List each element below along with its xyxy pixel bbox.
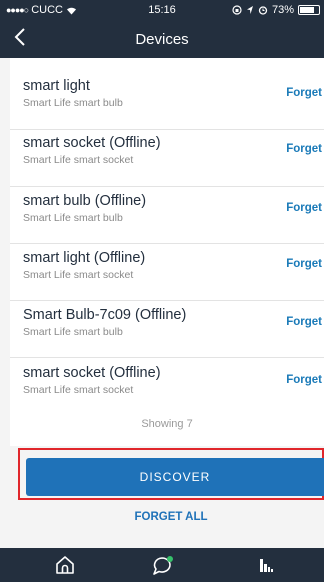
- chat-tab[interactable]: [151, 555, 175, 582]
- device-type: Smart Life smart bulb: [23, 326, 123, 338]
- activity-tab[interactable]: [259, 557, 275, 578]
- page-title: Devices: [135, 31, 189, 48]
- device-type: Smart Life smart bulb: [23, 97, 123, 109]
- device-list: smart light Smart Life smart bulb Forget…: [10, 58, 324, 415]
- forget-button[interactable]: Forget: [286, 202, 322, 214]
- tab-bar: [0, 548, 324, 582]
- status-bar: ●●●●○ CUCC 15:16 73%: [0, 0, 324, 20]
- chat-icon: [153, 556, 173, 575]
- forget-all-button[interactable]: FORGET ALL: [0, 511, 324, 523]
- activity-icon: [260, 559, 273, 572]
- device-type: Smart Life smart socket: [23, 384, 134, 396]
- device-row: smart bulb (Offline) Smart Life smart bu…: [10, 187, 324, 244]
- discover-button[interactable]: DISCOVER: [26, 458, 324, 496]
- notification-dot: [167, 556, 173, 562]
- forget-button[interactable]: Forget: [286, 316, 322, 328]
- home-icon: [56, 556, 74, 574]
- device-row: smart light Smart Life smart bulb Forget: [10, 58, 324, 130]
- device-name: smart light (Offline): [23, 250, 146, 266]
- alarm-icon: [258, 6, 268, 15]
- device-row: Smart Bulb-7c09 (Offline) Smart Life sma…: [10, 301, 324, 358]
- forget-button[interactable]: Forget: [286, 258, 322, 270]
- status-right: 73%: [232, 4, 320, 16]
- location-icon: [246, 6, 253, 14]
- battery-icon: [298, 5, 320, 15]
- device-row: smart socket (Offline) Smart Life smart …: [10, 130, 324, 187]
- home-tab[interactable]: [54, 555, 76, 580]
- device-name: smart light: [23, 78, 90, 94]
- device-type: Smart Life smart socket: [23, 269, 134, 281]
- forget-button[interactable]: Forget: [286, 87, 322, 99]
- showing-count: Showing 7: [10, 418, 324, 440]
- forget-button[interactable]: Forget: [286, 143, 322, 155]
- device-type: Smart Life smart socket: [23, 154, 134, 166]
- device-row: smart light (Offline) Smart Life smart s…: [10, 244, 324, 301]
- nav-bar: Devices: [0, 20, 324, 58]
- rotation-lock-icon: [232, 5, 242, 15]
- device-name: smart bulb (Offline): [23, 193, 147, 209]
- device-type: Smart Life smart bulb: [23, 212, 123, 224]
- battery-percent: 73%: [271, 4, 294, 16]
- forget-button[interactable]: Forget: [286, 374, 322, 386]
- device-name: Smart Bulb-7c09 (Offline): [23, 307, 187, 323]
- device-name: smart socket (Offline): [23, 135, 161, 151]
- device-name: smart socket (Offline): [23, 365, 161, 381]
